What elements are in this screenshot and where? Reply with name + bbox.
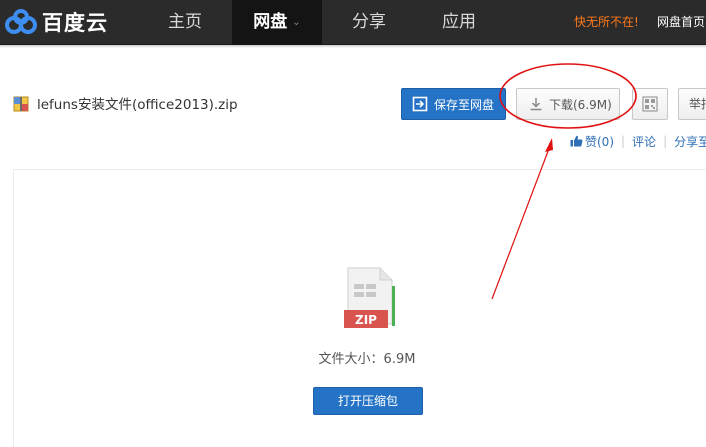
cloud-logo-icon (5, 9, 37, 34)
chevron-down-icon: ⌄ (292, 17, 301, 28)
divider: | (621, 134, 626, 148)
nav-item-share[interactable]: 分享 (328, 0, 410, 45)
file-name: lefuns安装文件(office2013).zip (37, 97, 238, 113)
qr-code-icon (642, 96, 658, 112)
thumbs-up-icon (570, 135, 583, 147)
nav-item-label: 主页 (168, 12, 202, 32)
nav-item-label: 网盘 (253, 12, 288, 32)
open-archive-button[interactable]: 打开压缩包 (313, 387, 423, 415)
divider: | (663, 134, 668, 148)
nav-item-label: 分享 (352, 12, 386, 32)
download-button-label: 下载(6.9M) (549, 97, 612, 112)
download-button[interactable]: 下载(6.9M) (516, 88, 620, 120)
download-icon (530, 98, 542, 111)
logo-text: 百度云 (42, 11, 108, 35)
slogan-text: 快无所不在! (574, 15, 639, 29)
annotation-arrow-head (545, 138, 553, 152)
app-root: 百度云 主页 网盘 ⌄ 分享 应用 快无所不在! 网盘首页 lefuns安装文件(… (0, 0, 706, 447)
zip-archive-icon: ZIP (344, 267, 395, 328)
save-button-label: 保存至网盘 (434, 97, 495, 112)
netdisk-home-link[interactable]: 网盘首页 (657, 0, 705, 45)
header-shadow (0, 45, 706, 48)
qr-code-button[interactable] (632, 88, 668, 120)
save-icon (412, 96, 428, 112)
zip-file-icon (13, 96, 29, 112)
nav-item-home[interactable]: 主页 (144, 0, 226, 45)
top-nav-bar: 百度云 主页 网盘 ⌄ 分享 应用 快无所不在! 网盘首页 (0, 0, 706, 45)
report-button[interactable]: 举报 (678, 88, 706, 120)
save-to-netdisk-button[interactable]: 保存至网盘 (401, 88, 506, 120)
nav-item-netdisk[interactable]: 网盘 ⌄ (232, 0, 322, 45)
file-actions: 赞(0) | 评论 | 分享至 (570, 133, 706, 149)
like-button[interactable]: 赞(0) (570, 133, 614, 150)
like-label: 赞(0) (585, 134, 614, 149)
baidu-cloud-logo[interactable]: 百度云 (4, 8, 108, 36)
nav-item-label: 应用 (442, 12, 476, 32)
nav-item-apps[interactable]: 应用 (418, 0, 500, 45)
file-size-text: 文件大小：6.9M (318, 352, 416, 367)
share-to-link[interactable]: 分享至 (674, 133, 706, 150)
file-type-badge: ZIP (355, 313, 377, 327)
comment-link[interactable]: 评论 (632, 133, 656, 150)
